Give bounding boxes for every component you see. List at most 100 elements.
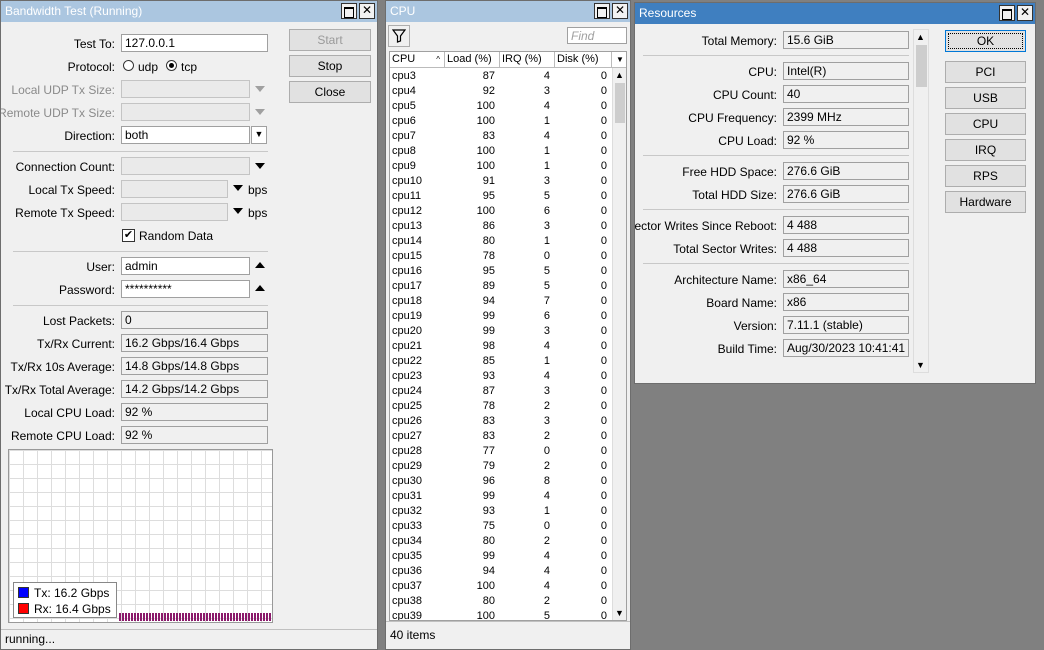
separator xyxy=(643,155,909,156)
column-header-cpu[interactable]: CPU ^ xyxy=(390,52,445,68)
user-collapse-icon[interactable] xyxy=(255,262,265,268)
password-input[interactable]: ********** xyxy=(121,280,250,298)
table-row[interactable]: cpu36 94 4 0 xyxy=(390,564,612,579)
table-row[interactable]: cpu26 83 3 0 xyxy=(390,414,612,429)
hardware-button[interactable]: Hardware xyxy=(945,191,1026,213)
table-row[interactable]: cpu22 85 1 0 xyxy=(390,354,612,369)
table-row[interactable]: cpu29 79 2 0 xyxy=(390,459,612,474)
column-header-disk[interactable]: Disk (%) xyxy=(555,52,612,68)
table-row[interactable]: cpu20 99 3 0 xyxy=(390,324,612,339)
protocol-udp-radio[interactable] xyxy=(123,60,134,71)
close-window-button[interactable]: ✕ xyxy=(359,3,375,19)
remote-tx-speed-dropdown-icon[interactable] xyxy=(233,208,243,214)
table-row[interactable]: cpu10 91 3 0 xyxy=(390,174,612,189)
close-button[interactable]: Close xyxy=(289,81,371,103)
scroll-thumb[interactable] xyxy=(916,45,927,87)
irq-button[interactable]: IRQ xyxy=(945,139,1026,161)
column-menu-button[interactable]: ▼ xyxy=(612,52,626,68)
table-row[interactable]: cpu7 83 4 0 xyxy=(390,129,612,144)
scroll-up-icon[interactable]: ▲ xyxy=(916,32,925,42)
table-row[interactable]: cpu23 93 4 0 xyxy=(390,369,612,384)
close-window-button[interactable]: ✕ xyxy=(612,3,628,19)
table-row[interactable]: cpu33 75 0 0 xyxy=(390,519,612,534)
cpu-titlebar[interactable]: CPU ✕ xyxy=(386,1,630,22)
user-input[interactable]: admin xyxy=(121,257,250,275)
table-row[interactable]: cpu27 83 2 0 xyxy=(390,429,612,444)
cpu-window: CPU ✕ Find CPU ^ Load (%) IRQ (%) Disk (%… xyxy=(385,0,631,650)
scroll-thumb[interactable] xyxy=(615,83,625,123)
scroll-up-icon[interactable]: ▲ xyxy=(615,70,624,80)
test-to-input[interactable]: 127.0.0.1 xyxy=(121,34,268,52)
column-header-irq[interactable]: IRQ (%) xyxy=(500,52,555,68)
table-row[interactable]: cpu21 98 4 0 xyxy=(390,339,612,354)
bandwidth-test-titlebar[interactable]: Bandwidth Test (Running) ✕ xyxy=(1,1,377,22)
table-row[interactable]: cpu30 96 8 0 xyxy=(390,474,612,489)
table-row[interactable]: cpu8 100 1 0 xyxy=(390,144,612,159)
filter-button[interactable] xyxy=(388,25,410,47)
local-udp-tx-size-input[interactable] xyxy=(121,80,250,98)
protocol-tcp-radio[interactable] xyxy=(166,60,177,71)
resources-scrollbar[interactable]: ▲ ▼ xyxy=(913,29,929,373)
table-row[interactable]: cpu39 100 5 0 xyxy=(390,609,612,620)
find-input[interactable]: Find xyxy=(567,27,627,44)
table-row[interactable]: cpu14 80 1 0 xyxy=(390,234,612,249)
load-cell: 99 xyxy=(482,310,495,322)
table-row[interactable]: cpu35 99 4 0 xyxy=(390,549,612,564)
table-row[interactable]: cpu16 95 5 0 xyxy=(390,264,612,279)
column-header-load[interactable]: Load (%) xyxy=(445,52,500,68)
table-row[interactable]: cpu6 100 1 0 xyxy=(390,114,612,129)
table-row[interactable]: cpu38 80 2 0 xyxy=(390,594,612,609)
connection-count-input[interactable] xyxy=(121,157,250,175)
local-udp-dropdown-icon[interactable] xyxy=(255,86,265,92)
random-data-checkbox[interactable]: ✔ xyxy=(122,229,135,242)
table-row[interactable]: cpu9 100 1 0 xyxy=(390,159,612,174)
remote-udp-tx-size-input[interactable] xyxy=(121,103,250,121)
ok-button[interactable]: OK xyxy=(945,30,1026,52)
cpu-name-cell: cpu24 xyxy=(392,385,422,397)
table-row[interactable]: cpu37 100 4 0 xyxy=(390,579,612,594)
table-row[interactable]: cpu15 78 0 0 xyxy=(390,249,612,264)
load-cell: 91 xyxy=(482,175,495,187)
scroll-down-icon[interactable]: ▼ xyxy=(615,608,624,618)
filter-icon xyxy=(391,29,407,43)
direction-dropdown-button[interactable]: ▼ xyxy=(251,126,267,144)
usb-button[interactable]: USB xyxy=(945,87,1026,109)
lost-packets-label: Lost Packets: xyxy=(42,314,115,328)
table-row[interactable]: cpu28 77 0 0 xyxy=(390,444,612,459)
table-row[interactable]: cpu19 99 6 0 xyxy=(390,309,612,324)
table-row[interactable]: cpu24 87 3 0 xyxy=(390,384,612,399)
table-row[interactable]: cpu11 95 5 0 xyxy=(390,189,612,204)
local-tx-speed-input[interactable] xyxy=(121,180,228,198)
maximize-button[interactable] xyxy=(594,3,610,19)
maximize-button[interactable] xyxy=(999,5,1015,21)
resources-titlebar[interactable]: Resources ✕ xyxy=(635,3,1035,24)
table-row[interactable]: cpu5 100 4 0 xyxy=(390,99,612,114)
table-row[interactable]: cpu3 87 4 0 xyxy=(390,69,612,84)
remote-tx-speed-input[interactable] xyxy=(121,203,228,221)
password-collapse-icon[interactable] xyxy=(255,285,265,291)
table-row[interactable]: cpu12 100 6 0 xyxy=(390,204,612,219)
table-row[interactable]: cpu32 93 1 0 xyxy=(390,504,612,519)
table-row[interactable]: cpu31 99 4 0 xyxy=(390,489,612,504)
table-row[interactable]: cpu17 89 5 0 xyxy=(390,279,612,294)
table-scrollbar[interactable]: ▲ ▼ xyxy=(612,68,626,620)
start-button[interactable]: Start xyxy=(289,29,371,51)
rps-button[interactable]: RPS xyxy=(945,165,1026,187)
disk-cell: 0 xyxy=(600,250,607,262)
remote-udp-dropdown-icon[interactable] xyxy=(255,109,265,115)
connection-count-dropdown-icon[interactable] xyxy=(255,163,265,169)
direction-select[interactable]: both xyxy=(121,126,250,144)
table-row[interactable]: cpu18 94 7 0 xyxy=(390,294,612,309)
pci-button[interactable]: PCI xyxy=(945,61,1026,83)
table-row[interactable]: cpu34 80 2 0 xyxy=(390,534,612,549)
scroll-down-icon[interactable]: ▼ xyxy=(916,360,925,370)
maximize-button[interactable] xyxy=(341,3,357,19)
table-row[interactable]: cpu25 78 2 0 xyxy=(390,399,612,414)
table-row[interactable]: cpu13 86 3 0 xyxy=(390,219,612,234)
table-row[interactable]: cpu4 92 3 0 xyxy=(390,84,612,99)
stop-button[interactable]: Stop xyxy=(289,55,371,77)
cpu-button[interactable]: CPU xyxy=(945,113,1026,135)
local-tx-speed-dropdown-icon[interactable] xyxy=(233,185,243,191)
traffic-bar xyxy=(134,613,136,621)
close-window-button[interactable]: ✕ xyxy=(1017,5,1033,21)
